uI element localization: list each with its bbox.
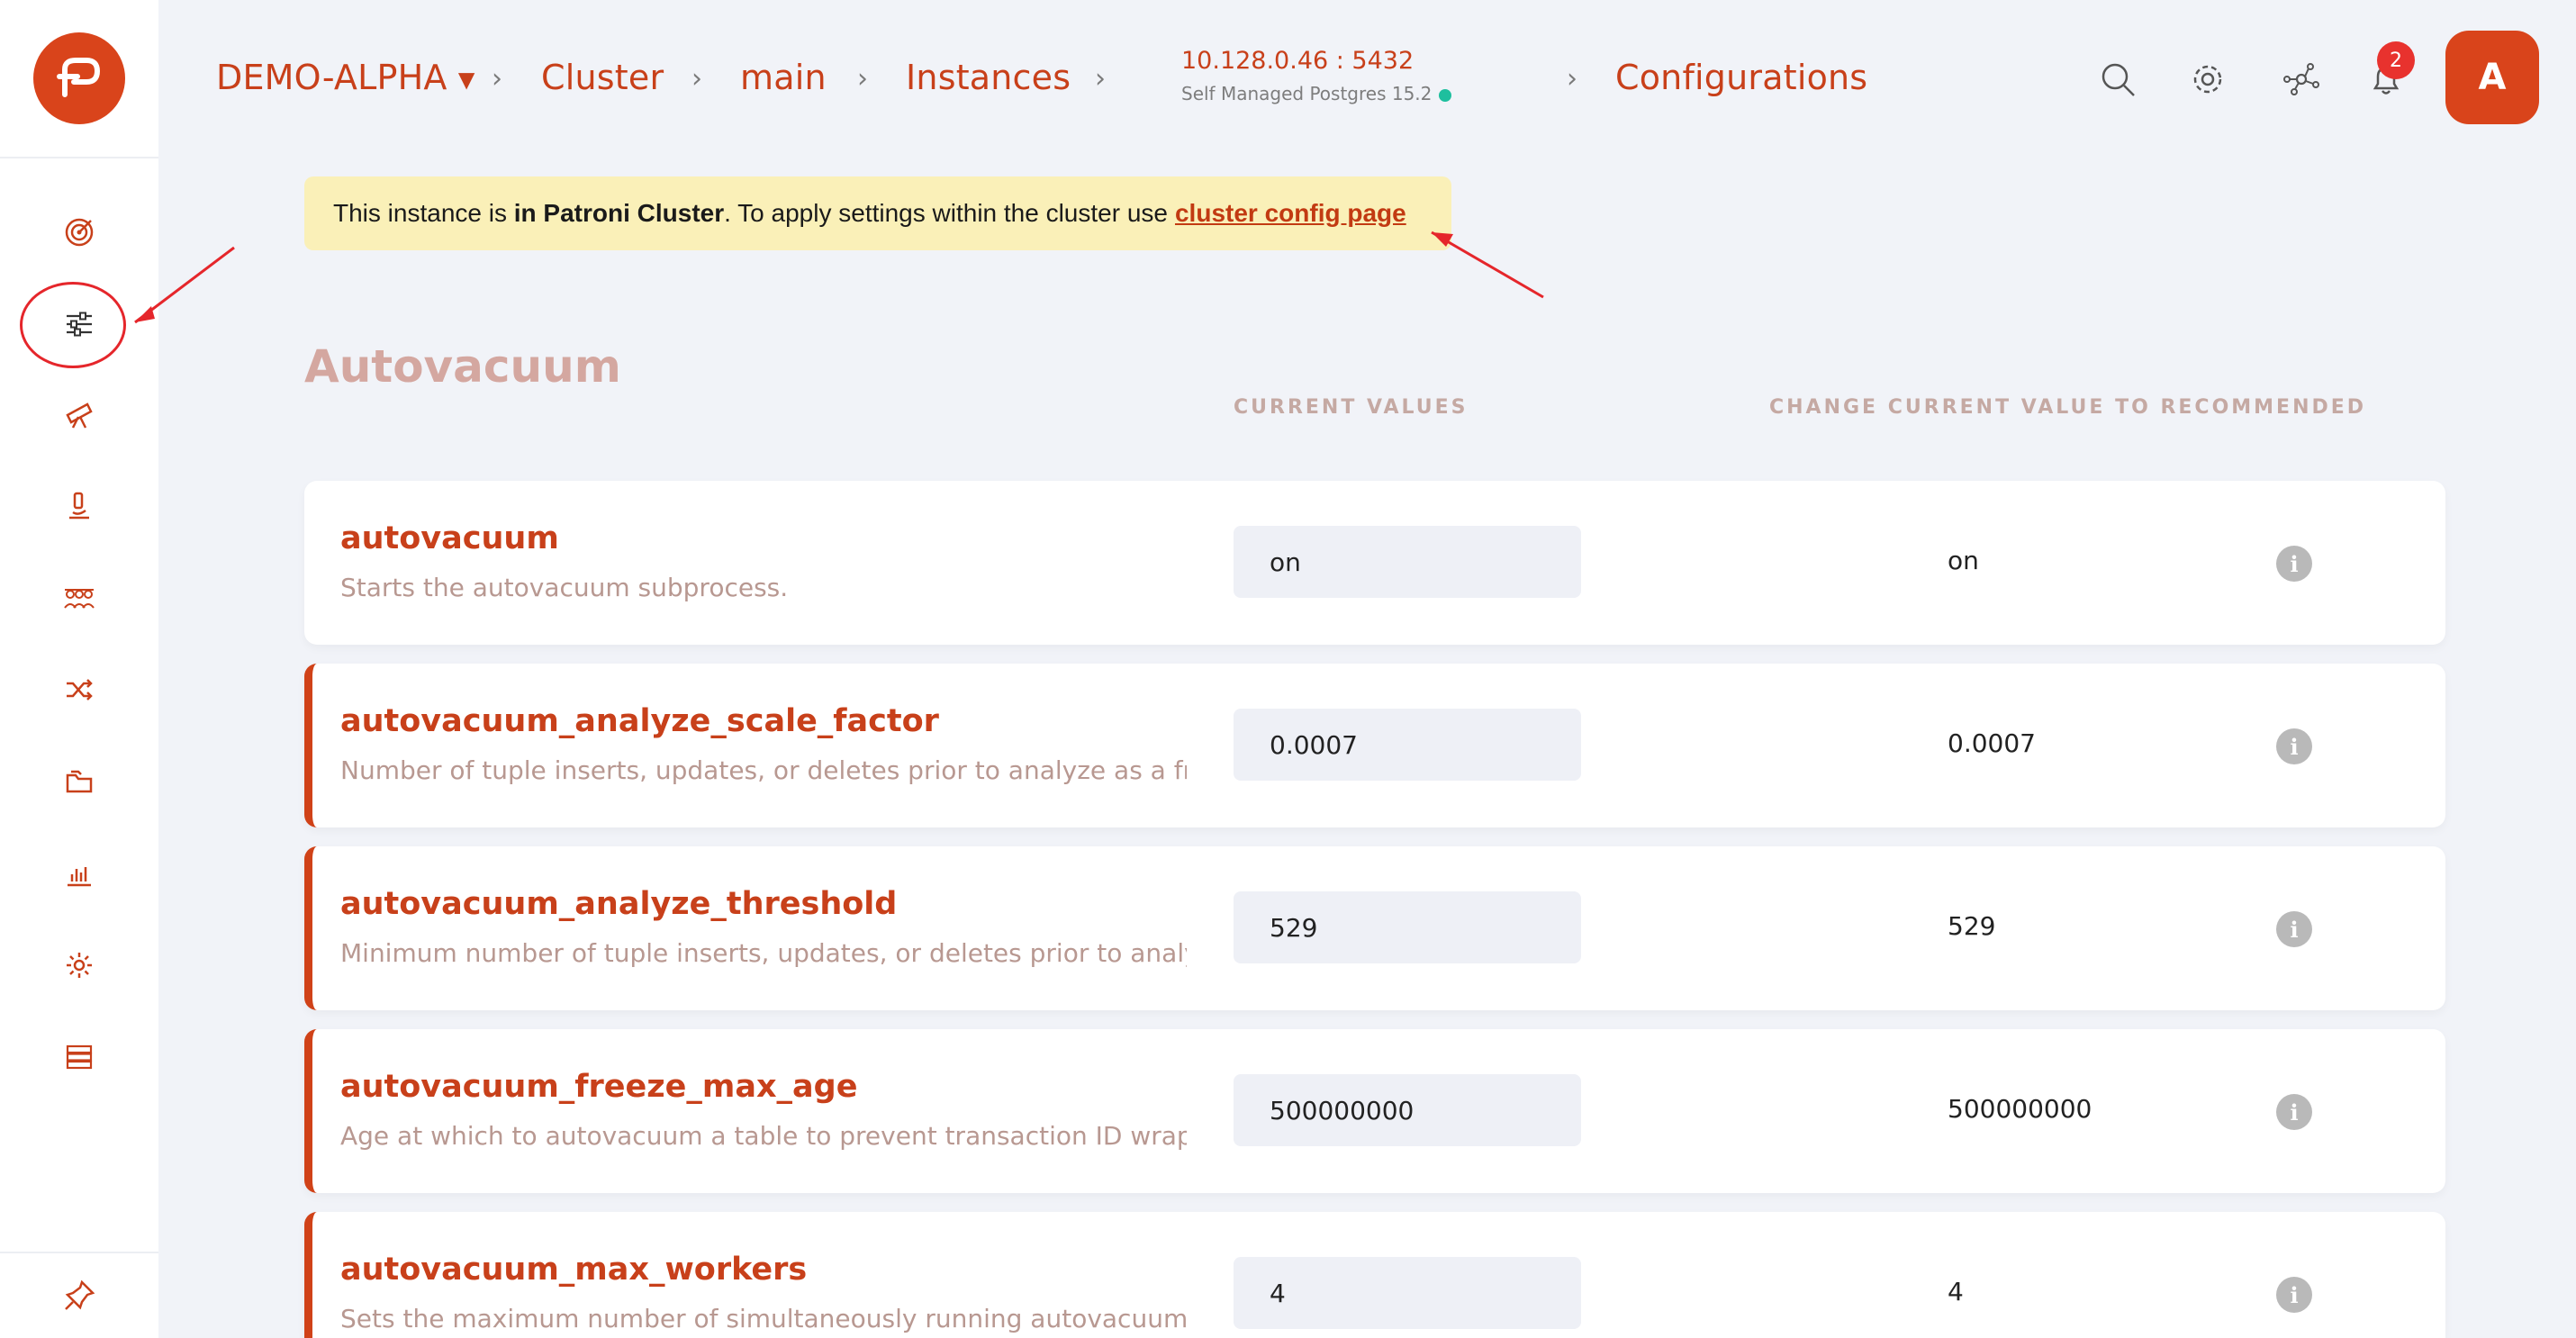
pin-icon[interactable] xyxy=(60,1277,98,1315)
nav-microscope[interactable] xyxy=(0,461,158,551)
search-button[interactable] xyxy=(2098,59,2138,99)
server-stack-icon xyxy=(66,1044,93,1070)
status-check-icon xyxy=(1439,88,1452,102)
network-button[interactable] xyxy=(2282,59,2321,99)
search-icon xyxy=(2101,63,2135,96)
folders-icon xyxy=(66,770,93,793)
recommended-value: 529 xyxy=(1948,911,1996,941)
info-icon[interactable]: i xyxy=(2276,911,2312,947)
breadcrumb-main[interactable]: main xyxy=(740,58,827,97)
setting-desc: Sets the maximum number of simultaneousl… xyxy=(340,1304,1187,1333)
info-icon[interactable]: i xyxy=(2276,1277,2312,1313)
nav-servers[interactable] xyxy=(0,1012,158,1102)
recommended-value: 0.0007 xyxy=(1948,728,2036,758)
shuffle-icon xyxy=(67,679,93,701)
setting-desc: Minimum number of tuple inserts, updates… xyxy=(340,938,1187,968)
setting-name: autovacuum_freeze_max_age xyxy=(340,1069,858,1105)
setting-row: autovacuum_max_workers Sets the maximum … xyxy=(304,1212,2445,1338)
settings-gear-icon xyxy=(67,953,92,978)
chevron-right-icon: › xyxy=(1567,63,1577,95)
nav-reports[interactable] xyxy=(0,828,158,918)
setting-name: autovacuum_analyze_threshold xyxy=(340,886,898,922)
nav-settings[interactable] xyxy=(0,920,158,1010)
chevron-right-icon: › xyxy=(691,63,702,95)
sidebar xyxy=(0,0,158,1338)
users-group-icon xyxy=(64,589,95,609)
microscope-icon xyxy=(69,492,89,520)
breadcrumb-org[interactable]: DEMO-ALPHA ▼ xyxy=(216,58,475,97)
col-current-values: CURRENT VALUES xyxy=(1234,396,1469,419)
recommended-value: 4 xyxy=(1948,1277,1964,1306)
settings-button[interactable] xyxy=(2188,59,2228,99)
sidebar-logo-area xyxy=(0,0,158,158)
user-avatar[interactable]: A xyxy=(2445,31,2539,124)
sidebar-bottom xyxy=(0,1252,158,1338)
current-value-input[interactable] xyxy=(1234,891,1581,963)
setting-desc: Number of tuple inserts, updates, or del… xyxy=(340,755,1187,785)
current-value-input[interactable] xyxy=(1234,1257,1581,1329)
info-icon[interactable]: i xyxy=(2276,1094,2312,1130)
breadcrumb-org-label: DEMO-ALPHA xyxy=(216,58,447,97)
setting-desc: Starts the autovacuum subprocess. xyxy=(340,573,789,602)
nav-shuffle[interactable] xyxy=(0,645,158,735)
notice-middle: . To apply settings within the cluster u… xyxy=(724,199,1168,227)
notification-badge: 2 xyxy=(2377,41,2415,79)
cluster-config-link[interactable]: cluster config page xyxy=(1175,199,1406,228)
nav-telescope[interactable] xyxy=(0,369,158,459)
current-value-input[interactable] xyxy=(1234,709,1581,781)
patroni-notice: This instance is in Patroni Cluster . To… xyxy=(304,176,1451,250)
chevron-right-icon: › xyxy=(1095,63,1106,95)
gear-icon xyxy=(2193,65,2222,94)
breadcrumb-instances[interactable]: Instances xyxy=(906,58,1071,97)
info-icon[interactable]: i xyxy=(2276,546,2312,582)
setting-desc: Age at which to autovacuum a table to pr… xyxy=(340,1121,1187,1151)
breadcrumb-cluster[interactable]: Cluster xyxy=(541,58,664,97)
setting-name: autovacuum_max_workers xyxy=(340,1252,808,1288)
recommended-value: 500000000 xyxy=(1948,1094,2092,1124)
setting-row: autovacuum_analyze_threshold Minimum num… xyxy=(304,846,2445,1010)
breadcrumb-host[interactable]: 10.128.0.46 : 5432 xyxy=(1181,47,1414,75)
notice-prefix: This instance is xyxy=(333,199,514,227)
breadcrumb-current: Configurations xyxy=(1615,58,1868,97)
section-title: Autovacuum xyxy=(304,340,621,393)
setting-name: autovacuum_analyze_scale_factor xyxy=(340,703,939,739)
notice-bold: in Patroni Cluster xyxy=(513,199,725,227)
caret-down-icon: ▼ xyxy=(457,67,475,93)
current-value-input[interactable] xyxy=(1234,526,1581,598)
network-nodes-icon xyxy=(2283,63,2319,95)
setting-name: autovacuum xyxy=(340,520,559,556)
info-icon[interactable]: i xyxy=(2276,728,2312,764)
setting-row: autovacuum_freeze_max_age Age at which t… xyxy=(304,1029,2445,1193)
setting-row: autovacuum_analyze_scale_factor Number o… xyxy=(304,664,2445,827)
nav-users[interactable] xyxy=(0,553,158,643)
nav-folders[interactable] xyxy=(0,737,158,827)
annotation-arrow-link xyxy=(1431,231,1544,299)
setting-row: autovacuum Starts the autovacuum subproc… xyxy=(304,481,2445,645)
current-value-input[interactable] xyxy=(1234,1074,1581,1146)
host-sub-label: Self Managed Postgres 15.2 xyxy=(1181,83,1433,104)
logo-icon xyxy=(57,58,101,97)
recommended-value: on xyxy=(1948,546,1979,575)
breadcrumb-host-sub: Self Managed Postgres 15.2 xyxy=(1181,83,1452,104)
app-logo[interactable] xyxy=(33,32,125,124)
annotation-circle xyxy=(20,282,126,368)
dashboard-target-icon xyxy=(65,218,94,247)
col-recommended: CHANGE CURRENT VALUE TO RECOMMENDED xyxy=(1769,396,2367,419)
annotation-arrow-sidebar xyxy=(134,246,235,324)
chevron-right-icon: › xyxy=(492,63,502,95)
telescope-icon xyxy=(66,402,93,429)
bar-chart-icon xyxy=(68,867,91,887)
chevron-right-icon: › xyxy=(857,63,868,95)
